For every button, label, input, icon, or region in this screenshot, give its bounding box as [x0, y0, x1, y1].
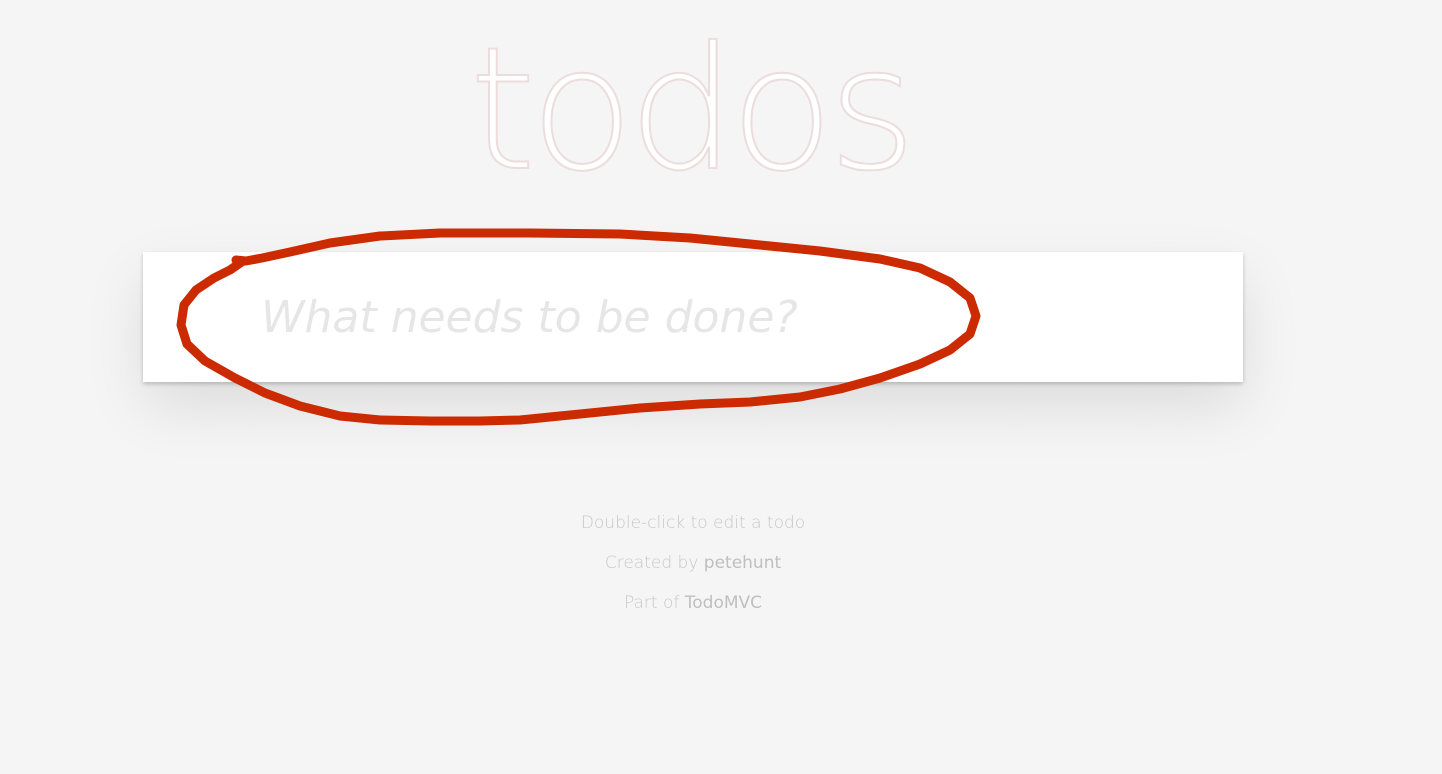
todomvc-link[interactable]: TodoMVC	[685, 593, 762, 613]
author-link[interactable]: petehunt	[704, 553, 781, 573]
todo-app-card	[143, 252, 1243, 382]
part-of-line: Part of TodoMVC	[0, 588, 1386, 628]
new-todo-input[interactable]	[143, 252, 1243, 382]
app-title: todos	[468, 10, 917, 210]
info-footer: Double-click to edit a todo Created by p…	[0, 508, 1386, 628]
created-by-line: Created by petehunt	[0, 548, 1386, 588]
part-of-prefix: Part of	[623, 593, 685, 613]
todo-app-page: todos Double-click to edit a todo Create…	[0, 0, 1442, 774]
created-by-prefix: Created by	[604, 553, 704, 573]
edit-hint: Double-click to edit a todo	[580, 513, 806, 533]
